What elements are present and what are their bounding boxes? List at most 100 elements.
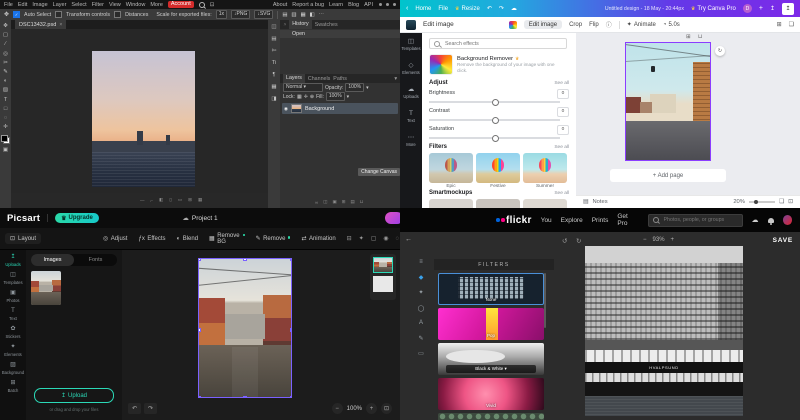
rail-icon-1[interactable]: ◫ <box>271 24 276 30</box>
align-right-icon[interactable]: ▦ <box>300 12 305 18</box>
link-about[interactable]: About <box>273 2 287 8</box>
align-center-icon[interactable]: ▥ <box>291 12 296 18</box>
animate-button[interactable]: ✦ Animate <box>627 21 656 28</box>
search-effects-box[interactable] <box>429 38 567 49</box>
sidebar-item-batch[interactable]: ⊞Batch <box>8 380 19 393</box>
filters-see-all[interactable]: See all <box>554 145 569 150</box>
document-tab[interactable]: DSC13432.psd × <box>15 20 66 29</box>
tab-history[interactable]: History <box>289 20 311 29</box>
resize-handle[interactable] <box>198 258 201 261</box>
enhance-icon[interactable]: ✦ <box>359 235 364 242</box>
nav-get-pro[interactable]: Get Pro <box>617 213 638 227</box>
lock-position-icon[interactable]: ✛ <box>304 94 308 100</box>
sidebar-item-uploads[interactable]: ↥Uploads <box>5 254 20 267</box>
share-button[interactable]: ↥ <box>782 3 794 15</box>
try-canva-pro-button[interactable]: ♛ Try Canva Pro <box>691 6 736 12</box>
resize-button[interactable]: ♛ Resize <box>455 6 480 12</box>
social-icon-3[interactable] <box>393 3 396 6</box>
filters-droplet-icon[interactable]: ◆ <box>419 274 424 281</box>
filter-summer[interactable]: Summer <box>523 153 567 189</box>
share-button[interactable] <box>385 212 400 224</box>
nav-explore[interactable]: Explore <box>561 217 583 224</box>
rail-icon-2[interactable]: ▤ <box>271 36 276 42</box>
flip-button[interactable]: Flip <box>589 22 599 28</box>
blend-mode-select[interactable]: Normal ▾ <box>283 83 323 92</box>
layers-icon[interactable]: ❏ <box>789 21 794 28</box>
sidebar-item-text[interactable]: TText <box>407 110 415 123</box>
export-png-button[interactable]: ↓PNG <box>231 10 250 19</box>
hand-tool[interactable]: ◌ <box>4 115 7 121</box>
color-picker-chip[interactable] <box>509 21 517 29</box>
animation-tool[interactable]: ⇄Animation <box>301 235 335 242</box>
transform-controls-checkbox[interactable] <box>55 11 62 18</box>
menu-edit[interactable]: Edit <box>18 2 27 8</box>
upload-thumbnail[interactable] <box>31 271 61 305</box>
saturation-slider[interactable] <box>429 137 560 139</box>
add-page-button[interactable]: + Add page <box>610 169 726 182</box>
zoom-in-button[interactable]: + <box>366 403 377 414</box>
info-icon[interactable]: ⓘ <box>606 20 612 29</box>
smartmockups-thumbnails[interactable] <box>429 199 567 208</box>
bell-icon[interactable] <box>768 218 774 223</box>
chevron-down-icon[interactable]: ▾ <box>347 94 350 100</box>
paragraph-panel-icon[interactable]: ¶ <box>273 72 276 78</box>
background-remover-card[interactable]: Background Remover ♛ Remove the backgrou… <box>429 54 565 75</box>
fill-value[interactable]: 100% <box>326 92 345 101</box>
undo-icon[interactable]: ↺ <box>562 237 567 245</box>
resize-handle[interactable] <box>290 396 293 399</box>
redo-button[interactable]: ↷ <box>144 403 157 414</box>
effects-tool[interactable]: ƒxEffects <box>138 236 165 242</box>
zoom-out-button[interactable]: − <box>643 237 647 243</box>
position-icon[interactable]: ⊞ <box>777 21 782 28</box>
blend-tool[interactable]: ◐Blend <box>177 236 198 242</box>
color-swatches[interactable] <box>1 135 10 144</box>
shape-tool[interactable]: □ <box>4 106 7 112</box>
comment-icon[interactable]: ◌ <box>396 236 400 242</box>
tab-images[interactable]: Images <box>31 254 74 266</box>
menu-more[interactable]: More <box>150 2 163 8</box>
type-panel-icon[interactable]: Ti <box>272 60 276 66</box>
avatar[interactable] <box>783 215 792 225</box>
draw-icon[interactable]: ✎ <box>418 335 423 342</box>
link-learn[interactable]: Learn <box>329 2 343 8</box>
panel-menu-icon[interactable]: ▾ <box>394 76 397 82</box>
image-chip[interactable] <box>406 20 416 30</box>
tab-channels[interactable]: Channels <box>308 76 330 82</box>
editing-photo[interactable]: ↻ <box>198 258 292 398</box>
dodge-tool[interactable]: ◐ <box>4 78 7 84</box>
link-report-bug[interactable]: Report a bug <box>292 2 324 8</box>
upload-icon[interactable]: ↥ <box>770 5 775 12</box>
picsart-logo[interactable]: Picsart <box>7 213 40 224</box>
vignette-icon[interactable]: ◯ <box>418 305 425 312</box>
filter-festive[interactable]: Festive <box>476 153 520 189</box>
sunset-photo[interactable] <box>92 51 195 187</box>
contrast-value[interactable]: 0 <box>557 107 569 117</box>
undo-icon[interactable]: ↶ <box>487 5 492 12</box>
selected-image[interactable] <box>625 42 711 161</box>
rail-icon-7[interactable]: ◨ <box>271 96 276 102</box>
resize-handle[interactable] <box>290 258 293 261</box>
save-button[interactable]: SAVE <box>773 237 793 244</box>
canva-canvas[interactable]: ⊞ ⊔ ↻ + Add page <box>576 33 800 195</box>
nav-you[interactable]: You <box>541 217 552 224</box>
zoom-value[interactable]: 100% <box>347 406 362 412</box>
type-tool[interactable]: T <box>4 97 7 103</box>
sidebar-item-uploads[interactable]: ☁Uploads <box>403 86 418 99</box>
brightness-slider[interactable] <box>429 101 560 103</box>
history-entry[interactable]: Open <box>280 30 400 38</box>
brush-tool[interactable]: ✎ <box>3 69 8 75</box>
zoom-tool[interactable]: ✛ <box>3 124 8 130</box>
brightness-value[interactable]: 0 <box>557 89 569 99</box>
search-icon[interactable] <box>199 2 205 8</box>
rail-icon-6[interactable]: ▦ <box>271 84 276 90</box>
edit-image-button[interactable]: Edit image <box>524 20 562 29</box>
zoom-in-button[interactable]: + <box>671 237 675 243</box>
picsart-canvas[interactable]: ↻ ↶ ↷ − 100% + ⊡ <box>122 250 400 420</box>
layers-panel-buttons[interactable]: ∞◫▣⊞▤⊔ <box>315 199 363 205</box>
photopea-canvas[interactable] <box>11 29 268 193</box>
back-icon[interactable]: ← <box>405 236 412 243</box>
add-member-icon[interactable]: + <box>759 5 763 12</box>
zoom-value[interactable]: 20% <box>733 199 745 205</box>
layer-row-background[interactable]: ◉ Background <box>282 103 398 114</box>
selected-filter-label[interactable]: Black & White ▾ <box>446 365 535 373</box>
